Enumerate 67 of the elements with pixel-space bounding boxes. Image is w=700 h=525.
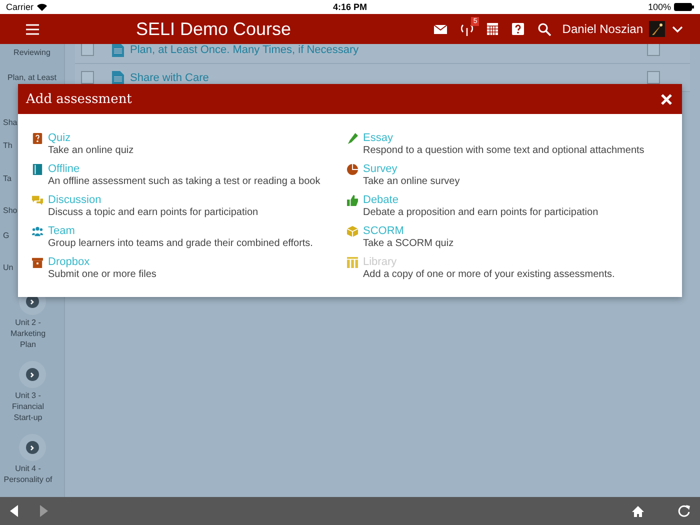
pie-icon: [347, 164, 358, 174]
books-icon: [347, 256, 358, 268]
assessment-type-link[interactable]: SCORM: [363, 225, 672, 237]
chevron-down-icon[interactable]: [672, 26, 683, 32]
home-button[interactable]: [632, 506, 644, 516]
thumbs-up-icon: [347, 194, 358, 206]
assessment-description: Respond to a question with some text and optional attachments: [363, 145, 646, 156]
sidebar-item[interactable]: Un: [0, 262, 14, 273]
signal-tower-icon: [461, 22, 474, 36]
assessment-type-link[interactable]: Discussion: [48, 194, 347, 206]
sidebar-item[interactable]: G: [0, 230, 10, 241]
sidebar-item[interactable]: Plan, at Least: [0, 72, 64, 83]
document-icon: [112, 70, 124, 84]
user-name[interactable]: Daniel Noszian: [562, 22, 643, 36]
assessment-description: Discuss a topic and earn points for participation: [48, 207, 260, 218]
sidebar-item[interactable]: Ta: [0, 173, 12, 184]
battery-percentage: 100%: [648, 2, 671, 12]
assessment-type-link[interactable]: Debate: [363, 194, 672, 206]
calendar-icon[interactable]: [487, 23, 498, 35]
row-checkbox[interactable]: [81, 71, 94, 84]
assessment-type-link[interactable]: Quiz: [48, 132, 347, 144]
refresh-button[interactable]: [678, 505, 690, 517]
sidebar-item[interactable]: Reviewing: [0, 47, 64, 58]
unit-label[interactable]: Unit 3 - Financial Start-up: [0, 390, 56, 423]
carrier-label: Carrier: [6, 2, 34, 12]
assessment-type-link[interactable]: Dropbox: [48, 256, 347, 268]
sidebar-item[interactable]: Th: [0, 140, 12, 151]
row-checkbox[interactable]: [81, 44, 94, 56]
mail-icon[interactable]: [434, 24, 448, 34]
sidebar-item[interactable]: Sha: [0, 117, 18, 128]
assessment-description: An offline assessment such as taking a test or reading a book: [48, 176, 322, 187]
row-checkbox[interactable]: [647, 44, 660, 56]
assessment-description: Group learners into teams and grade their combined efforts.: [48, 238, 314, 249]
assessment-description: Take an online quiz: [48, 145, 135, 156]
wifi-icon: [36, 3, 47, 11]
assessment-type-link[interactable]: Essay: [363, 132, 672, 144]
chat-bubbles-icon: [32, 194, 43, 206]
row-checkbox[interactable]: [647, 71, 660, 84]
battery-icon: [674, 3, 694, 11]
assessment-description: Take an online survey: [363, 176, 461, 187]
course-title: SELI Demo Course: [136, 18, 292, 40]
assessment-description: Add a copy of one or more of your existing assessments.: [363, 269, 616, 280]
assessment-description: Submit one or more files: [48, 269, 158, 280]
back-button[interactable]: [10, 505, 18, 517]
sidebar-item[interactable]: Sho: [0, 205, 18, 216]
assessment-description: Debate a proposition and earn points for participation: [363, 207, 600, 218]
chevron-circle-icon[interactable]: [26, 441, 38, 454]
cube-icon: [347, 226, 358, 236]
search-icon[interactable]: [538, 22, 552, 36]
clock: 4:16 PM: [332, 2, 367, 12]
pencil-icon: [347, 132, 358, 144]
assessment-type-link[interactable]: Offline: [48, 163, 347, 175]
group-icon: [32, 226, 43, 236]
help-icon[interactable]: [512, 23, 524, 35]
unit-label[interactable]: Unit 2 - Marketing Plan: [0, 317, 56, 350]
assessment-type-link[interactable]: Survey: [363, 163, 672, 175]
unit-label[interactable]: Unit 4 - Personality of: [0, 463, 56, 485]
menu-icon[interactable]: [26, 24, 39, 34]
dialog-title: Add assessment: [26, 92, 132, 106]
close-button[interactable]: [661, 94, 672, 104]
question-book-icon: [32, 132, 43, 144]
chevron-circle-icon[interactable]: [26, 368, 38, 381]
archive-box-icon: [32, 256, 43, 268]
assessment-type-link[interactable]: Team: [48, 225, 347, 237]
assessment-description: Take a SCORM quiz: [363, 238, 455, 249]
book-icon: [32, 164, 43, 174]
lesson-link[interactable]: Share with Care: [130, 72, 647, 84]
